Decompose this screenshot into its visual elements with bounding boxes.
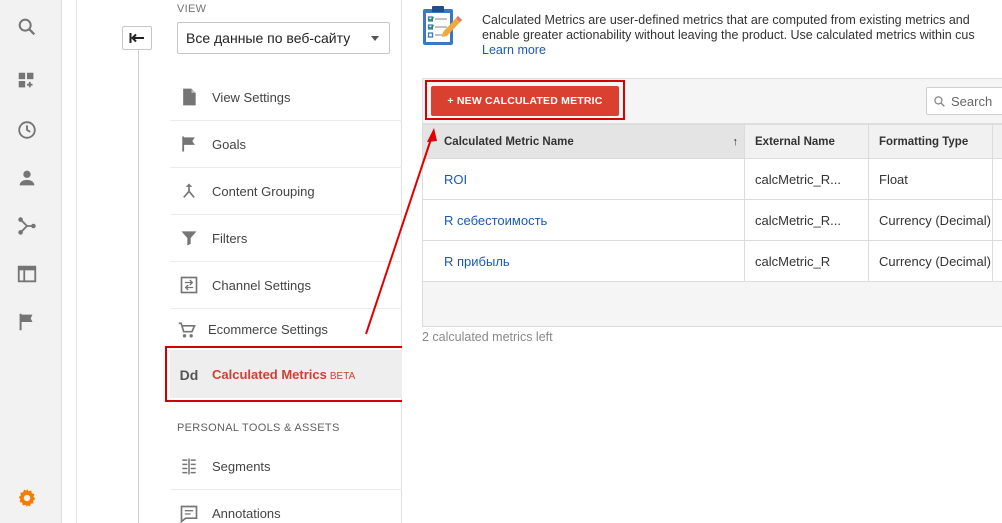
nav-item-label: Annotations — [212, 506, 281, 521]
external-name-cell: calcMetric_R... — [744, 199, 869, 241]
metric-name-link[interactable]: R себестоимость — [422, 199, 745, 241]
nav-item-label: Goals — [212, 136, 246, 152]
metric-name-link[interactable]: ROI — [422, 158, 745, 200]
search-icon — [934, 95, 945, 107]
acquisition-icon[interactable] — [14, 213, 40, 239]
nav-item-label: Content Grouping — [212, 183, 315, 199]
nav-item-content-grouping[interactable]: Content Grouping — [170, 168, 402, 215]
external-name-cell: calcMetric_R — [744, 240, 869, 282]
metrics-left-note: 2 calculated metrics left — [422, 330, 553, 344]
section-heading-personal-tools: PERSONAL TOOLS & ASSETS — [177, 422, 340, 434]
gear-icon[interactable] — [14, 485, 40, 511]
cart-icon — [170, 320, 204, 340]
table-header-row: Calculated Metric Name ↑ External Name Fo… — [422, 124, 1002, 159]
search-placeholder: Search — [951, 93, 993, 109]
column-header-name-label: Calculated Metric Name — [444, 135, 574, 148]
description-line-1: Calculated Metrics are user-defined metr… — [482, 13, 970, 27]
back-column-line — [138, 50, 139, 523]
column-header-overflow — [992, 124, 1002, 159]
flag-icon — [170, 134, 208, 154]
clipboard-checklist-icon — [423, 6, 462, 45]
calculated-metrics-table: Calculated Metric Name ↑ External Name Fo… — [422, 124, 1002, 327]
nav-item-label: Ecommerce Settings — [208, 322, 328, 337]
view-selector-value: Все данные по веб-сайту — [186, 30, 351, 46]
table-empty-row — [422, 281, 1002, 327]
person-icon[interactable] — [14, 165, 40, 191]
filter-icon — [170, 228, 208, 248]
nav-item-channel-settings[interactable]: Channel Settings — [170, 262, 402, 309]
nav-item-label: Segments — [212, 458, 271, 474]
clock-icon[interactable] — [14, 117, 40, 143]
flag-icon[interactable] — [14, 309, 40, 335]
view-selector[interactable]: Все данные по веб-сайту — [177, 22, 390, 54]
metric-name-link[interactable]: R прибыль — [422, 240, 745, 282]
search-icon[interactable] — [14, 14, 40, 40]
nav-item-goals[interactable]: Goals — [170, 121, 402, 168]
sort-ascending-icon: ↑ — [732, 136, 739, 148]
nav-item-label: Channel Settings — [212, 277, 312, 293]
nav-item-label: Filters — [212, 230, 248, 246]
table-row: R прибыль calcMetric_R Currency (Decimal… — [422, 240, 1002, 282]
highlight-box-new-button — [425, 80, 625, 120]
overflow-cell — [992, 240, 1002, 282]
highlight-box-calculated-metrics — [165, 346, 404, 402]
formatting-type-cell: Currency (Decimal) — [868, 240, 993, 282]
description-line-2: enable greater actionability without lea… — [482, 28, 975, 42]
annotation-icon — [170, 504, 208, 523]
behavior-icon[interactable] — [14, 261, 40, 287]
overflow-cell — [992, 158, 1002, 200]
nav-item-label: View Settings — [212, 89, 291, 105]
overflow-cell — [992, 199, 1002, 241]
table-row: R себестоимость calcMetric_R... Currency… — [422, 199, 1002, 241]
nav-item-filters[interactable]: Filters — [170, 215, 402, 262]
learn-more-link[interactable]: Learn more — [482, 43, 1002, 58]
column-header-name[interactable]: Calculated Metric Name ↑ — [422, 124, 745, 159]
page-description: Calculated Metrics are user-defined metr… — [482, 13, 1002, 58]
view-label: VIEW — [177, 3, 207, 15]
nav-item-annotations[interactable]: Annotations — [170, 490, 402, 523]
nav-item-view-settings[interactable]: View Settings — [170, 74, 402, 121]
document-icon — [170, 87, 208, 107]
formatting-type-cell: Currency (Decimal) — [868, 199, 993, 241]
left-rail — [0, 0, 62, 523]
dashboard-icon[interactable] — [14, 68, 40, 94]
column-header-external-name[interactable]: External Name — [744, 124, 869, 159]
segments-icon — [170, 456, 208, 476]
back-column — [76, 0, 166, 523]
search-input[interactable]: Search — [926, 87, 1002, 115]
channel-icon — [170, 275, 208, 295]
back-arrow-icon — [129, 33, 144, 43]
admin-nav-panel: VIEW Все данные по веб-сайту View Settin… — [166, 0, 402, 523]
formatting-type-cell: Float — [868, 158, 993, 200]
external-name-cell: calcMetric_R... — [744, 158, 869, 200]
chevron-down-icon — [371, 36, 379, 41]
nav-item-ecommerce-settings[interactable]: Ecommerce Settings — [170, 309, 402, 351]
table-row: ROI calcMetric_R... Float — [422, 158, 1002, 200]
empty-cell — [422, 281, 1002, 327]
nav-item-segments[interactable]: Segments — [170, 443, 402, 490]
column-header-formatting-type[interactable]: Formatting Type — [868, 124, 993, 159]
back-button[interactable] — [122, 26, 152, 50]
merge-icon — [170, 181, 208, 201]
